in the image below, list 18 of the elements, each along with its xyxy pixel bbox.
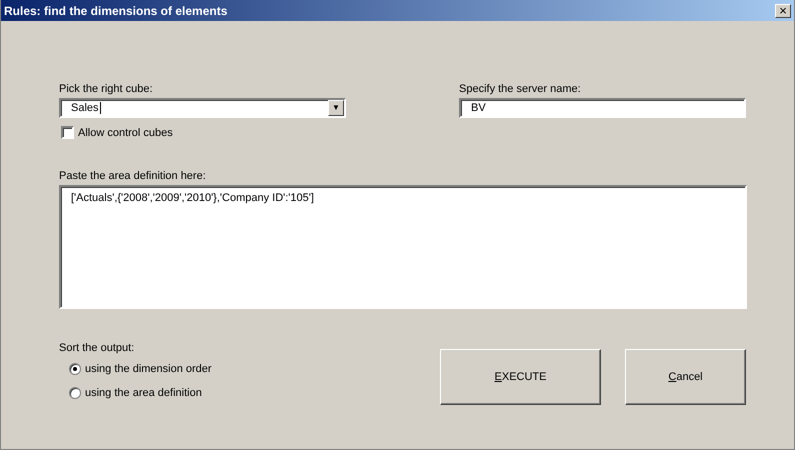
- close-button[interactable]: ×: [775, 4, 791, 18]
- dropdown-button[interactable]: ▼: [328, 100, 344, 116]
- field-label: Pick the right cube:: [59, 82, 154, 97]
- radio-label: using the dimension order: [85, 363, 212, 375]
- radio-label: using the area definition: [85, 387, 202, 399]
- radio-button[interactable]: [69, 387, 81, 399]
- server-field[interactable]: BV: [459, 98, 746, 118]
- field-label: Specify the server name:: [459, 82, 582, 97]
- cube-dropdown[interactable]: Sales ▼: [59, 98, 346, 118]
- area-definition-field[interactable]: ['Actuals',{'2008','2009','2010'},'Company ID':'105']: [59, 185, 747, 309]
- window-title: Rules: find the dimensions of elements: [4, 4, 228, 18]
- execute-button[interactable]: EXECUTE: [440, 349, 601, 405]
- radio-button[interactable]: [69, 363, 81, 375]
- cancel-button[interactable]: Cancel: [625, 349, 746, 405]
- group-label: Sort the output:: [59, 341, 136, 356]
- checkbox[interactable]: [61, 126, 74, 139]
- field-label: Paste the area definition here:: [59, 169, 207, 184]
- checkbox-label: Allow control cubes: [78, 126, 173, 138]
